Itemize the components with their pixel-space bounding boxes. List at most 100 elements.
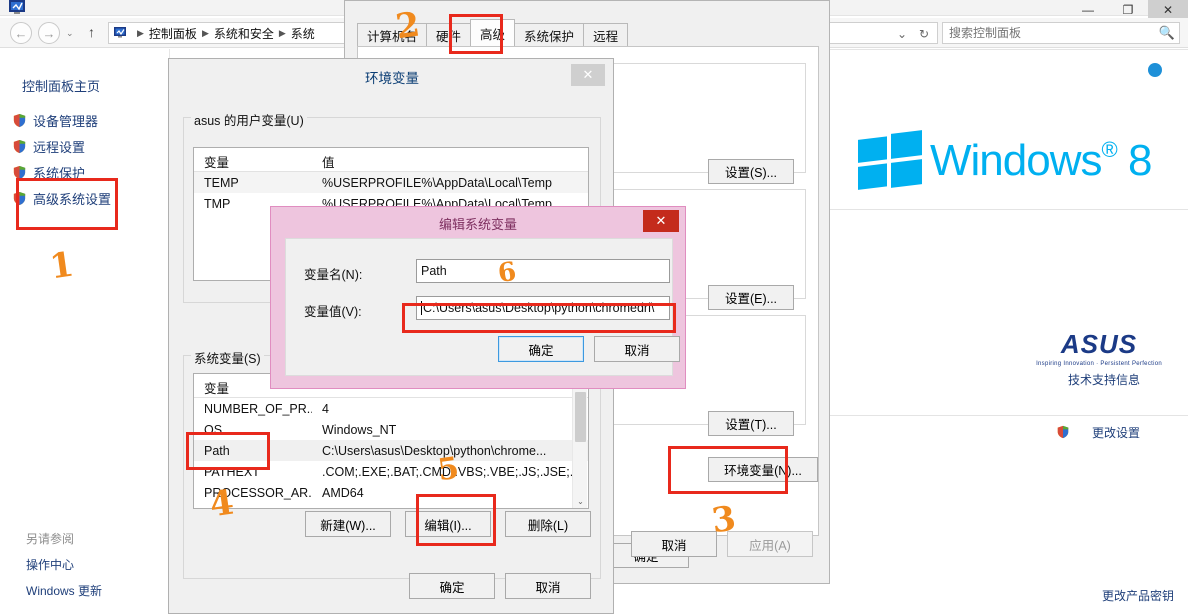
user-variables-label: asus 的用户变量(U) <box>191 110 307 129</box>
close-icon[interactable]: ✕ <box>571 64 605 86</box>
environment-variables-ok-button[interactable]: 确定 <box>409 573 495 599</box>
edit-variable-cancel-button[interactable]: 取消 <box>594 336 680 362</box>
variable-name: TEMP <box>204 175 239 190</box>
sidebar-item-remote-settings[interactable]: 远程设置 <box>8 133 168 159</box>
sidebar-item-label: 远程设置 <box>33 139 86 155</box>
address-dropdown-icon[interactable]: ⌄ <box>891 25 913 43</box>
close-button[interactable]: ✕ <box>1148 0 1188 20</box>
shield-icon <box>13 165 26 179</box>
shield-icon <box>13 139 26 153</box>
variable-value: Windows_NT <box>322 422 397 437</box>
windows-brand-text: Windows® 8 <box>930 136 1153 185</box>
system-variables-scrollbar[interactable]: ⌃ ⌄ <box>572 375 588 508</box>
variable-value: 4 <box>322 401 329 416</box>
variable-name: PATHEXT <box>204 464 260 479</box>
search-input[interactable] <box>947 25 1159 41</box>
sidebar-item-label: 系统保护 <box>33 165 86 181</box>
maximize-button[interactable]: ❐ <box>1108 0 1148 20</box>
window-controls: — ❐ ✕ <box>1068 0 1188 20</box>
edit-variable-title: 编辑系统变量 <box>438 217 517 232</box>
breadcrumb-separator: ▶ <box>201 27 209 38</box>
sidebar-item-device-manager[interactable]: 设备管理器 <box>8 107 168 133</box>
shield-icon <box>1057 425 1069 439</box>
search-icon[interactable]: 🔍 <box>1159 25 1175 41</box>
back-button[interactable]: ← <box>10 22 32 44</box>
startup-recovery-settings-button[interactable]: 设置(T)... <box>708 411 794 436</box>
minimize-button[interactable]: — <box>1068 0 1108 20</box>
content-divider <box>830 415 1188 416</box>
screenshot-root: — ❐ ✕ ← → ⌄ ↑ ▶ 控制面板 ▶ 系统和安全 ▶ 系统 ⌄ ↻ 搜索… <box>0 0 1188 614</box>
windows-version: 8 <box>1127 136 1153 185</box>
performance-settings-button[interactable]: 设置(S)... <box>708 159 794 184</box>
table-row[interactable]: Path C:\Users\asus\Desktop\python\chrome… <box>194 440 588 461</box>
control-panel-icon <box>9 0 25 14</box>
windows-word: Windows <box>930 136 1102 185</box>
variable-value: AMD64 <box>322 485 364 500</box>
sidebar-item-label: 设备管理器 <box>33 113 99 129</box>
table-row[interactable]: PROCESSOR_AR... AMD64 <box>194 482 588 503</box>
environment-variables-title: 环境变量 <box>365 71 419 86</box>
variable-name-value: Path <box>421 264 447 278</box>
variable-name-label: 变量名(N): <box>304 268 363 282</box>
edit-variable-body: 变量名(N): Path 变量值(V): C:\Users\asus\Deskt… <box>285 238 680 376</box>
new-variable-button[interactable]: 新建(W)... <box>305 511 391 537</box>
asus-logo: ASUS Inspiring Innovation · Persistent P… <box>1036 329 1162 367</box>
variable-value: %USERPROFILE%\AppData\Local\Temp <box>322 175 552 190</box>
close-icon[interactable]: ✕ <box>643 210 679 232</box>
tab-remote[interactable]: 远程 <box>583 23 629 47</box>
see-also-link-windows-update[interactable]: Windows 更新 <box>26 582 176 599</box>
sidebar-item-system-protection[interactable]: 系统保护 <box>8 159 168 185</box>
support-info-link[interactable]: 技术支持信息 <box>1068 371 1140 388</box>
tab-advanced[interactable]: 高级 <box>470 19 516 47</box>
sidebar-item-advanced-system-settings[interactable]: 高级系统设置 <box>8 185 168 211</box>
breadcrumb-item-0[interactable]: 控制面板 <box>149 25 197 42</box>
help-bubble-icon[interactable] <box>1148 63 1162 77</box>
scroll-down-icon[interactable]: ⌄ <box>573 494 588 508</box>
control-panel-sidebar: 控制面板主页 设备管理器 远程设置 系统保护 高级系统设置 另请参阅 操作中心 … <box>0 49 170 614</box>
table-row[interactable]: OS Windows_NT <box>194 419 588 440</box>
environment-variables-button[interactable]: 环境变量(N)... <box>708 457 818 482</box>
delete-variable-button[interactable]: 删除(L) <box>505 511 591 537</box>
sidebar-home-link[interactable]: 控制面板主页 <box>22 76 100 95</box>
system-properties-cancel-button[interactable]: 取消 <box>631 531 717 557</box>
breadcrumb-separator: ▶ <box>278 27 286 38</box>
sidebar-items: 设备管理器 远程设置 系统保护 高级系统设置 <box>8 107 168 211</box>
shield-icon <box>13 113 26 127</box>
system-properties-apply-button[interactable]: 应用(A) <box>727 531 813 557</box>
variable-value-text: C:\Users\asus\Desktop\python\chromedri\ <box>423 301 655 315</box>
text-caret <box>421 301 422 315</box>
scrollbar-thumb[interactable] <box>575 392 586 442</box>
breadcrumb-separator: ▶ <box>137 27 144 38</box>
column-header-variable: 变量 <box>204 156 230 170</box>
change-product-key-link[interactable]: 更改产品密钥 <box>1102 587 1174 604</box>
tab-system-protection[interactable]: 系统保护 <box>514 23 585 47</box>
variable-value-input[interactable]: C:\Users\asus\Desktop\python\chromedri\ <box>416 296 670 320</box>
see-also-link-action-center[interactable]: 操作中心 <box>26 556 176 573</box>
search-box[interactable]: 🔍 <box>942 22 1180 44</box>
asus-wordmark: ASUS <box>1060 329 1138 359</box>
variable-name-input[interactable]: Path <box>416 259 670 283</box>
shield-icon <box>13 191 26 205</box>
change-settings-link[interactable]: 更改设置 <box>1092 424 1140 441</box>
edit-variable-button[interactable]: 编辑(I)... <box>405 511 491 537</box>
tab-hardware[interactable]: 硬件 <box>426 23 472 47</box>
sidebar-item-label: 高级系统设置 <box>33 191 112 207</box>
up-button[interactable]: ↑ <box>88 24 95 40</box>
forward-button[interactable]: → <box>38 22 60 44</box>
table-row[interactable]: TEMP %USERPROFILE%\AppData\Local\Temp <box>194 172 588 193</box>
variable-value-label: 变量值(V): <box>304 305 362 319</box>
column-header-value: 值 <box>322 156 335 170</box>
refresh-icon[interactable]: ↻ <box>913 25 935 43</box>
table-row[interactable]: PATHEXT .COM;.EXE;.BAT;.CMD;.VBS;.VBE;.J… <box>194 461 588 482</box>
recent-locations-button[interactable]: ⌄ <box>66 28 74 39</box>
edit-system-variable-dialog: 编辑系统变量 ✕ 变量名(N): Path 变量值(V): C:\Users\a… <box>270 206 686 389</box>
environment-variables-cancel-button[interactable]: 取消 <box>505 573 591 599</box>
breadcrumb-item-1[interactable]: 系统和安全 <box>214 25 274 42</box>
system-variables-table[interactable]: 变量 NUMBER_OF_PR... 4 OS Windows_NT Path … <box>193 373 589 509</box>
edit-variable-ok-button[interactable]: 确定 <box>498 336 584 362</box>
user-profiles-settings-button[interactable]: 设置(E)... <box>708 285 794 310</box>
system-variables-label: 系统变量(S) <box>191 348 264 367</box>
table-row[interactable]: NUMBER_OF_PR... 4 <box>194 398 588 419</box>
breadcrumb-item-2[interactable]: 系统 <box>291 25 315 42</box>
windows-flag-icon <box>858 130 922 192</box>
